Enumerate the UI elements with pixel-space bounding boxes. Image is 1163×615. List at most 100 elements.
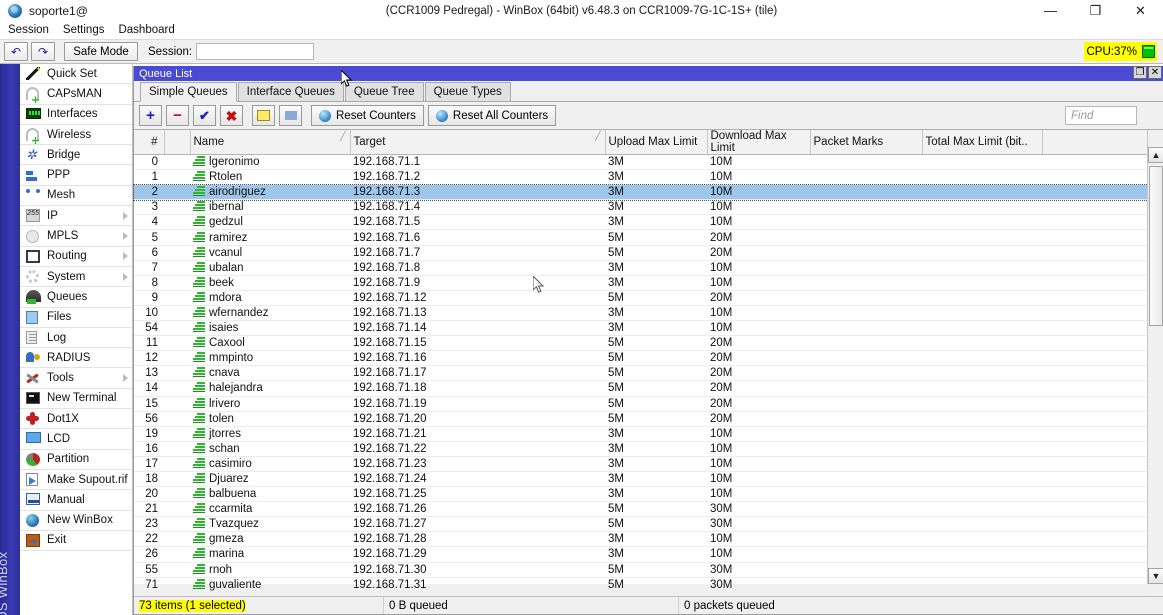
table-row[interactable]: 2airodriguez192.168.71.33M10M [134,185,1148,200]
sidebar-item-new-winbox[interactable]: New WinBox [20,511,132,531]
column-header-name[interactable]: Name╱ [190,130,350,155]
table-row[interactable]: 13cnava192.168.71.175M20M [134,366,1148,381]
add-queue-button[interactable]: + [139,105,162,126]
sidebar-item-quick-set[interactable]: Quick Set [20,64,132,84]
table-row[interactable]: 56tolen192.168.71.205M20M [134,411,1148,426]
table-row[interactable]: 22gmeza192.168.71.283M10M [134,532,1148,547]
column-header-tot[interactable]: Total Max Limit (bit.. [922,130,1042,155]
sidebar-item-make-supout-rif[interactable]: Make Supout.rif [20,470,132,490]
sidebar-item-system[interactable]: System [20,267,132,287]
table-row[interactable]: 4gedzul192.168.71.53M10M [134,215,1148,230]
tab-interface-queues[interactable]: Interface Queues [238,82,344,101]
sidebar-item-mesh[interactable]: Mesh [20,186,132,206]
column-header-last[interactable] [1042,130,1148,155]
table-row[interactable]: 19jtorres192.168.71.213M10M [134,426,1148,441]
table-row[interactable]: 9mdora192.168.71.125M20M [134,290,1148,305]
filter-button[interactable] [279,105,302,126]
maximize-button[interactable]: ❐ [1073,0,1118,21]
tab-simple-queues[interactable]: Simple Queues [140,82,237,102]
table-vertical-scrollbar[interactable]: ▲ ▼ [1147,130,1163,584]
sidebar-item-log[interactable]: Log [20,328,132,348]
table-row[interactable]: 16schan192.168.71.223M10M [134,441,1148,456]
column-header-up[interactable]: Upload Max Limit [605,130,707,155]
undo-button[interactable]: ↶ [4,42,28,61]
table-row[interactable]: 7ubalan192.168.71.83M10M [134,260,1148,275]
table-row[interactable]: 1Rtolen192.168.71.23M10M [134,170,1148,185]
table-row[interactable]: 20balbuena192.168.71.253M10M [134,487,1148,502]
column-header-target[interactable]: Target╱ [350,130,605,155]
table-row[interactable]: 14halejandra192.168.71.185M20M [134,381,1148,396]
column-header-flag[interactable] [164,130,190,155]
session-input[interactable] [196,43,314,60]
sidebar-item-new-terminal[interactable]: New Terminal [20,389,132,409]
remove-queue-button[interactable]: − [166,105,189,126]
sidebar-item-routing[interactable]: Routing [20,247,132,267]
close-button[interactable]: ✕ [1118,0,1163,21]
sidebar-item-files[interactable]: Files [20,308,132,328]
sidebar-item-capsman[interactable]: CAPsMAN [20,84,132,104]
find-input[interactable]: Find [1065,106,1137,125]
tab-queue-types[interactable]: Queue Types [425,82,511,101]
queue-close-button[interactable]: ✕ [1148,66,1162,79]
column-header-pm[interactable]: Packet Marks [810,130,922,155]
table-row[interactable]: 15lrivero192.168.71.195M20M [134,396,1148,411]
enable-queue-button[interactable]: ✔ [193,105,216,126]
tab-queue-tree[interactable]: Queue Tree [345,82,424,101]
sidebar-item-ip[interactable]: 255IP [20,206,132,226]
redo-button[interactable]: ↷ [31,42,55,61]
queue-restore-button[interactable]: ❐ [1133,66,1147,79]
table-row[interactable]: 0lgeronimo192.168.71.13M10M [134,155,1148,170]
cell-down: 20M [707,290,810,305]
table-row[interactable]: 54isaies192.168.71.143M10M [134,321,1148,336]
sidebar-item-ppp[interactable]: PPP [20,165,132,185]
cell-num: 14 [134,381,164,396]
sidebar-item-wireless[interactable]: Wireless [20,125,132,145]
sidebar-item-interfaces[interactable]: Interfaces [20,105,132,125]
menu-item-session[interactable]: Session [8,23,57,37]
reset-all-counters-button[interactable]: Reset All Counters [428,105,556,126]
sidebar-item-exit[interactable]: Exit [20,531,132,551]
table-row[interactable]: 18Djuarez192.168.71.243M10M [134,471,1148,486]
sidebar-item-label: Files [47,311,71,323]
cell-up: 3M [605,547,707,562]
sidebar-item-bridge[interactable]: ✲Bridge [20,145,132,165]
table-row[interactable]: 3ibernal192.168.71.43M10M [134,200,1148,215]
menu-item-settings[interactable]: Settings [63,23,113,37]
sidebar-item-mpls[interactable]: MPLS [20,226,132,246]
sidebar-item-radius[interactable]: RADIUS [20,348,132,368]
sidebar-item-manual[interactable]: Manual [20,490,132,510]
table-row[interactable]: 11Caxool192.168.71.155M20M [134,336,1148,351]
table-row[interactable]: 6vcanul192.168.71.75M20M [134,245,1148,260]
disable-queue-button[interactable]: ✖ [220,105,243,126]
scroll-down-button[interactable]: ▼ [1148,568,1163,584]
sidebar-item-queues[interactable]: Queues [20,287,132,307]
window-controls: — ❐ ✕ [1028,0,1163,21]
cell-name: isaies [190,321,350,336]
menu-item-dashboard[interactable]: Dashboard [118,23,182,37]
sidebar-item-dot1x[interactable]: Dot1X [20,409,132,429]
table-row[interactable]: 26marina192.168.71.293M10M [134,547,1148,562]
cell-num: 13 [134,366,164,381]
sidebar-item-tools[interactable]: Tools [20,368,132,388]
cell-down: 10M [707,215,810,230]
table-row[interactable]: 71guvaliente192.168.71.315M30M [134,577,1148,592]
table-row[interactable]: 21ccarmita192.168.71.265M30M [134,502,1148,517]
column-header-num[interactable]: # [134,130,164,155]
safe-mode-button[interactable]: Safe Mode [64,42,138,61]
column-header-down[interactable]: Download Max Limit [707,130,810,155]
sidebar-item-partition[interactable]: Partition [20,450,132,470]
table-row[interactable]: 23Tvazquez192.168.71.275M30M [134,517,1148,532]
scroll-up-button[interactable]: ▲ [1148,147,1163,163]
comment-button[interactable] [252,105,275,126]
table-row[interactable]: 8beek192.168.71.93M10M [134,275,1148,290]
table-row[interactable]: 10wfernandez192.168.71.133M10M [134,305,1148,320]
table-row[interactable]: 17casimiro192.168.71.233M10M [134,456,1148,471]
table-row[interactable]: 55rnoh192.168.71.305M30M [134,562,1148,577]
minimize-button[interactable]: — [1028,0,1073,21]
reset-counters-button[interactable]: Reset Counters [311,105,424,126]
table-row[interactable]: 12mmpinto192.168.71.165M20M [134,351,1148,366]
table-row[interactable]: 5ramirez192.168.71.65M20M [134,230,1148,245]
scroll-thumb[interactable] [1149,166,1163,326]
sidebar-item-lcd[interactable]: LCD [20,429,132,449]
cell-down-text: 10M [710,171,732,183]
